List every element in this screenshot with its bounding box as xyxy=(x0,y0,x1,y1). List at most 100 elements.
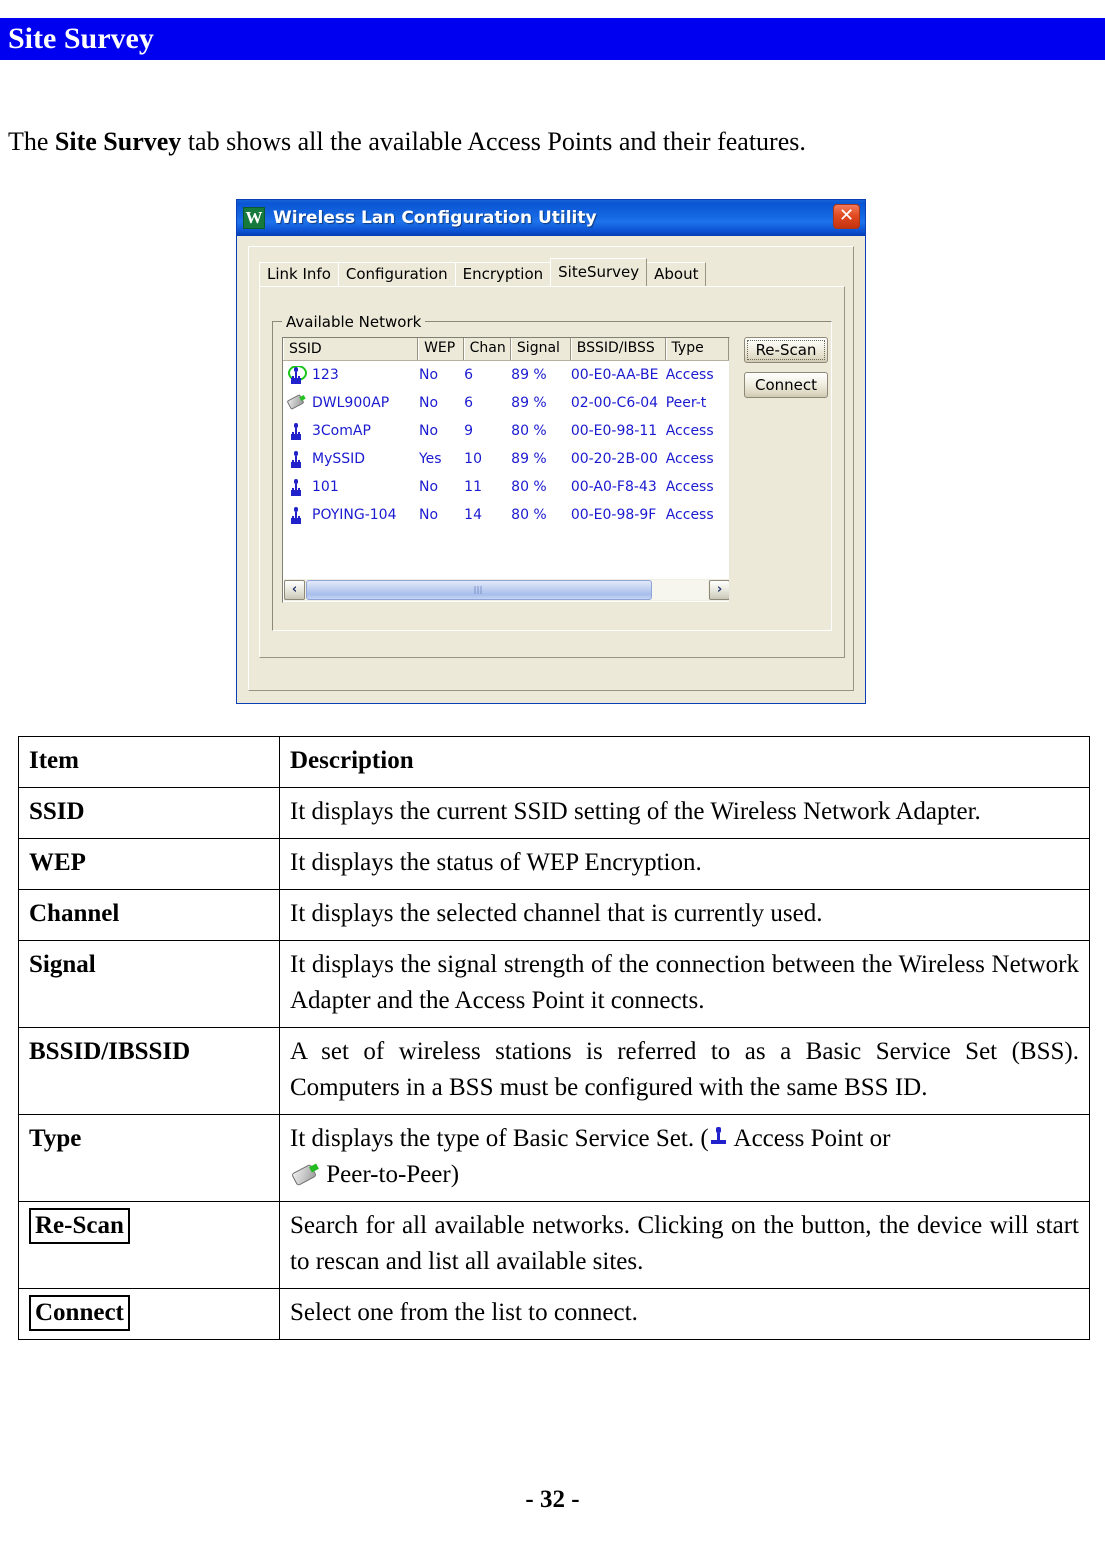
intro-bold-term: Site Survey xyxy=(54,127,182,156)
row-type: Peer-t xyxy=(665,395,707,411)
column-header-ssid[interactable]: SSID xyxy=(283,338,419,360)
row-signal: 80 % xyxy=(511,423,547,439)
row-type: Access xyxy=(665,451,714,467)
item-channel: Channel xyxy=(18,889,280,941)
page-title: Site Survey xyxy=(8,22,154,55)
row-type: Access xyxy=(665,423,714,439)
page-footer: - 32 - xyxy=(525,1486,580,1513)
row-type: Access xyxy=(665,479,714,495)
close-icon[interactable]: ✕ xyxy=(833,204,860,229)
table-row[interactable]: POYING-104 No 14 80 % 00-E0-98-9F Access xyxy=(283,501,729,529)
table-row-channel: Channel It displays the selected channel… xyxy=(18,889,1090,941)
row-bssid: 00-E0-98-11 xyxy=(570,423,658,439)
access-point-connected-icon xyxy=(287,366,307,384)
scrollbar-thumb[interactable] xyxy=(306,580,652,600)
app-logo-icon: W xyxy=(243,207,265,229)
column-header-bssid[interactable]: BSSID/IBSS xyxy=(570,338,666,360)
intro-text-after: tab shows all the available Access Point… xyxy=(181,127,806,156)
table-header-row: Item Description xyxy=(18,736,1090,788)
row-bssid: 00-E0-98-9F xyxy=(570,507,657,523)
table-row[interactable]: 101 No 11 80 % 00-A0-F8-43 Access xyxy=(283,473,729,501)
tab-about[interactable]: About xyxy=(646,262,707,286)
row-ssid: DWL900AP xyxy=(312,395,390,411)
rescan-button-label: Re-Scan xyxy=(29,1208,130,1244)
table-row[interactable]: DWL900AP No 6 89 % 02-00-C6-04 Peer-t xyxy=(283,389,729,417)
table-row[interactable]: 123 No 6 89 % 00-E0-AA-BE Access xyxy=(283,361,729,389)
scrollbar-track[interactable] xyxy=(306,580,708,600)
header-cell-description: Description xyxy=(279,736,1090,788)
wireless-lan-configuration-utility-window: W Wireless Lan Configuration Utility ✕ L… xyxy=(236,199,866,704)
access-point-icon xyxy=(287,506,305,524)
column-header-signal[interactable]: Signal xyxy=(510,338,571,360)
window-titlebar[interactable]: W Wireless Lan Configuration Utility ✕ xyxy=(237,200,865,236)
scroll-right-arrow-icon[interactable]: › xyxy=(709,580,729,600)
row-ssid: 101 xyxy=(312,479,339,495)
item-bssid: BSSID/IBSSID xyxy=(18,1027,280,1115)
description-connect: Select one from the list to connect. xyxy=(279,1288,1090,1340)
list-header-row: SSID WEP Chan Signal BSSID/IBSS Type xyxy=(283,338,729,361)
tab-strip: Link Info Configuration Encryption SiteS… xyxy=(259,258,707,286)
item-description-table: Item Description SSID It displays the cu… xyxy=(18,736,1090,1340)
row-bssid: 00-E0-AA-BE xyxy=(570,367,659,383)
row-ssid: POYING-104 xyxy=(312,507,397,523)
column-header-type[interactable]: Type xyxy=(665,338,729,360)
row-bssid: 00-A0-F8-43 xyxy=(570,479,657,495)
row-signal: 80 % xyxy=(511,479,547,495)
tab-sitesurvey[interactable]: SiteSurvey xyxy=(550,258,648,286)
rescan-button[interactable]: Re-Scan xyxy=(744,337,828,363)
page-banner: Site Survey xyxy=(0,18,1105,60)
type-text-middle: Access Point or xyxy=(728,1125,891,1152)
list-body: 123 No 6 89 % 00-E0-AA-BE Access DWL900A… xyxy=(283,361,729,529)
description-signal: It displays the signal strength of the c… xyxy=(279,940,1090,1028)
row-bssid: 00-20-2B-00 xyxy=(570,451,658,467)
item-wep: WEP xyxy=(18,838,280,890)
row-signal: 89 % xyxy=(511,395,547,411)
column-header-wep[interactable]: WEP xyxy=(418,338,464,360)
access-point-icon xyxy=(287,422,305,440)
description-ssid: It displays the current SSID setting of … xyxy=(279,787,1090,839)
row-wep: Yes xyxy=(418,451,442,467)
available-networks-list[interactable]: SSID WEP Chan Signal BSSID/IBSS Type 123… xyxy=(282,337,730,603)
action-buttons: Re-Scan Connect xyxy=(744,337,828,407)
description-rescan: Search for all available networks. Click… xyxy=(279,1201,1090,1289)
row-wep: No xyxy=(418,395,439,411)
intro-paragraph: The Site Survey tab shows all the availa… xyxy=(8,122,1098,162)
description-bssid: A set of wireless stations is referred t… xyxy=(279,1027,1090,1115)
row-ssid: 3ComAP xyxy=(312,423,371,439)
connect-button-label: Connect xyxy=(29,1295,130,1331)
tab-configuration[interactable]: Configuration xyxy=(337,262,456,286)
row-type: Access xyxy=(665,507,714,523)
column-header-chan[interactable]: Chan xyxy=(463,338,511,360)
access-point-icon xyxy=(287,450,305,468)
row-wep: No xyxy=(418,507,439,523)
row-bssid: 02-00-C6-04 xyxy=(570,395,659,411)
table-row-ssid: SSID It displays the current SSID settin… xyxy=(18,787,1090,839)
row-signal: 80 % xyxy=(511,507,547,523)
tab-encryption[interactable]: Encryption xyxy=(454,262,552,286)
row-chan: 11 xyxy=(464,479,482,495)
scrollbar-grip-icon xyxy=(474,586,484,594)
row-signal: 89 % xyxy=(511,367,547,383)
scroll-left-arrow-icon[interactable]: ‹ xyxy=(284,580,305,600)
item-ssid: SSID xyxy=(18,787,280,839)
access-point-icon xyxy=(709,1126,729,1150)
header-cell-item: Item xyxy=(18,736,280,788)
horizontal-scrollbar[interactable]: ‹ › xyxy=(284,579,729,601)
row-chan: 6 xyxy=(464,367,474,383)
access-point-icon xyxy=(287,478,305,496)
table-row-connect: Connect Select one from the list to conn… xyxy=(18,1288,1090,1340)
peer-to-peer-icon xyxy=(286,394,306,412)
tab-link-info[interactable]: Link Info xyxy=(259,262,339,286)
table-row[interactable]: 3ComAP No 9 80 % 00-E0-98-11 Access xyxy=(283,417,729,445)
table-row[interactable]: MySSID Yes 10 89 % 00-20-2B-00 Access xyxy=(283,445,729,473)
row-ssid: 123 xyxy=(312,367,339,383)
row-wep: No xyxy=(418,479,439,495)
row-ssid: MySSID xyxy=(312,451,366,467)
row-wep: No xyxy=(418,367,439,383)
table-row-bssid: BSSID/IBSSID A set of wireless stations … xyxy=(18,1027,1090,1115)
item-rescan: Re-Scan xyxy=(18,1201,280,1289)
item-type: Type xyxy=(18,1114,280,1202)
row-chan: 9 xyxy=(464,423,474,439)
table-row-wep: WEP It displays the status of WEP Encryp… xyxy=(18,838,1090,890)
connect-button[interactable]: Connect xyxy=(744,372,828,398)
